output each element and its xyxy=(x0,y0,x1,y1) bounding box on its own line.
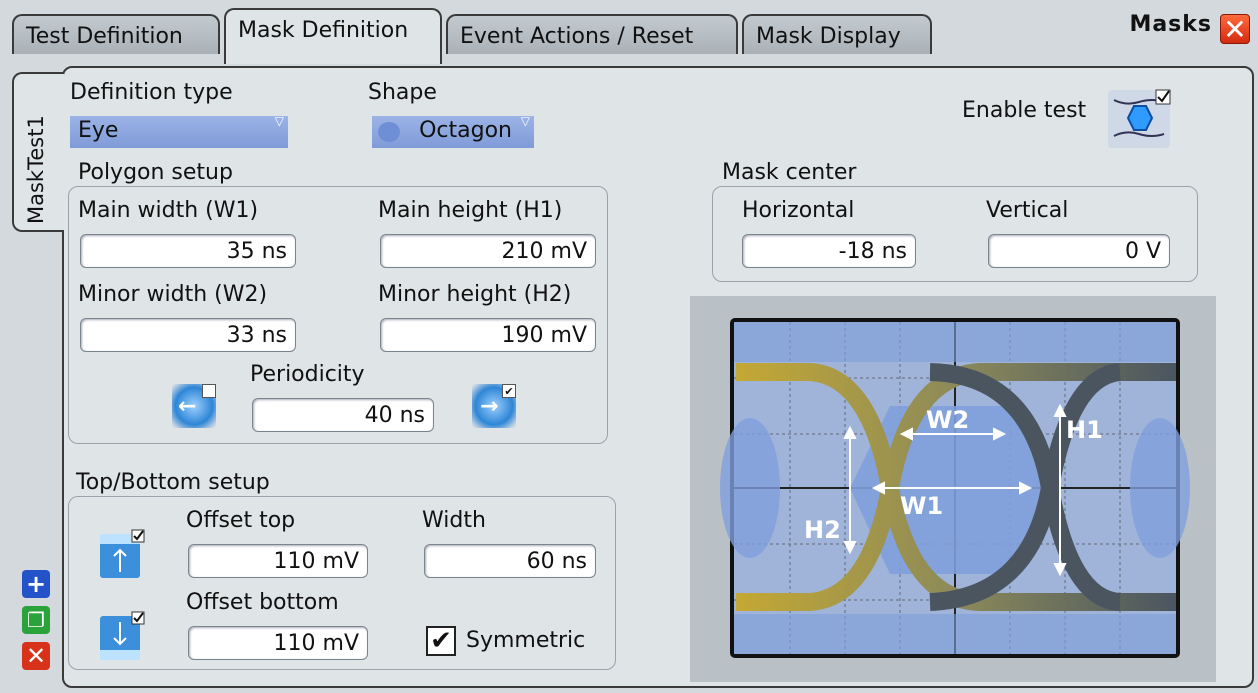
remove-mask-button[interactable]: ✕ xyxy=(22,642,50,670)
horizontal-field[interactable]: -18 ns xyxy=(742,234,916,268)
dropdown-arrow-icon: ▽ xyxy=(520,114,530,128)
close-icon[interactable]: ✕ xyxy=(1220,14,1250,45)
w2-label: W2 xyxy=(926,406,970,434)
checkbox-icon xyxy=(202,384,216,398)
vertical-field[interactable]: 0 V xyxy=(988,234,1170,268)
tab-mask-display[interactable]: Mask Display xyxy=(742,14,932,54)
add-mask-button[interactable]: + xyxy=(22,570,50,598)
checkbox-icon: ✔ xyxy=(502,384,516,398)
polygon-setup-title: Polygon setup xyxy=(78,160,233,185)
definition-type-label: Definition type xyxy=(70,80,233,105)
arrow-right-icon: → xyxy=(480,394,499,419)
periodicity-label: Periodicity xyxy=(250,362,365,387)
main-width-field[interactable]: 35 ns xyxy=(80,234,296,268)
periodicity-left-button[interactable]: ← xyxy=(172,384,216,428)
minor-width-label: Minor width (W2) xyxy=(78,282,268,307)
minor-height-label: Minor height (H2) xyxy=(378,282,572,307)
minor-height-field[interactable]: 190 mV xyxy=(380,318,596,352)
copy-mask-button[interactable]: ❐ xyxy=(22,606,50,634)
width-label: Width xyxy=(422,508,486,533)
main-height-field[interactable]: 210 mV xyxy=(380,234,596,268)
offset-top-toggle[interactable] xyxy=(98,528,146,582)
horizontal-label: Horizontal xyxy=(742,198,855,223)
definition-type-dropdown[interactable]: Eye ▽ xyxy=(70,114,288,148)
offset-top-label: Offset top xyxy=(186,508,296,533)
symmetric-label: Symmetric xyxy=(466,628,586,653)
offset-bottom-field[interactable]: 110 mV xyxy=(188,626,368,660)
h2-label: H2 xyxy=(804,516,841,544)
periodicity-field[interactable]: 40 ns xyxy=(252,398,434,432)
eye-diagram-svg xyxy=(720,318,1190,658)
offset-bottom-label: Offset bottom xyxy=(186,590,339,615)
mask-center-title: Mask center xyxy=(722,160,857,185)
tab-mask-definition[interactable]: Mask Definition xyxy=(224,8,442,64)
offset-top-field[interactable]: 110 mV xyxy=(188,544,368,578)
offset-bottom-toggle[interactable] xyxy=(98,610,146,664)
width-field[interactable]: 60 ns xyxy=(424,544,596,578)
top-bottom-setup-title: Top/Bottom setup xyxy=(76,470,270,495)
main-width-label: Main width (W1) xyxy=(78,198,259,223)
mask-test-icon xyxy=(1108,89,1171,148)
dropdown-arrow-icon: ▽ xyxy=(274,114,284,128)
minor-width-field[interactable]: 33 ns xyxy=(80,318,296,352)
enable-test-label: Enable test xyxy=(962,98,1087,123)
octagon-icon xyxy=(378,122,400,142)
periodicity-right-button[interactable]: ✔ → xyxy=(472,384,516,428)
window-title: Masks xyxy=(1129,12,1212,37)
shape-value: Octagon xyxy=(419,118,512,143)
tab-event-actions-reset[interactable]: Event Actions / Reset xyxy=(446,14,738,54)
definition-type-value: Eye xyxy=(78,118,119,143)
offset-top-icon xyxy=(100,529,145,578)
tab-test-definition[interactable]: Test Definition xyxy=(12,14,220,54)
vertical-tab-label: MaskTest1 xyxy=(24,115,48,224)
eye-diagram-illustration: W1 W2 H1 H2 xyxy=(690,296,1216,682)
tab-masktest1[interactable]: MaskTest1 xyxy=(12,72,64,232)
symmetric-checkbox[interactable]: ✔ xyxy=(426,626,456,656)
shape-dropdown[interactable]: Octagon ▽ xyxy=(372,114,534,148)
w1-label: W1 xyxy=(900,492,944,520)
vertical-label: Vertical xyxy=(986,198,1069,223)
offset-bottom-icon xyxy=(100,611,145,660)
arrow-left-icon: ← xyxy=(178,394,197,419)
h1-label: H1 xyxy=(1066,416,1103,444)
enable-test-toggle[interactable] xyxy=(1106,88,1172,150)
main-height-label: Main height (H1) xyxy=(378,198,563,223)
shape-label: Shape xyxy=(368,80,437,105)
